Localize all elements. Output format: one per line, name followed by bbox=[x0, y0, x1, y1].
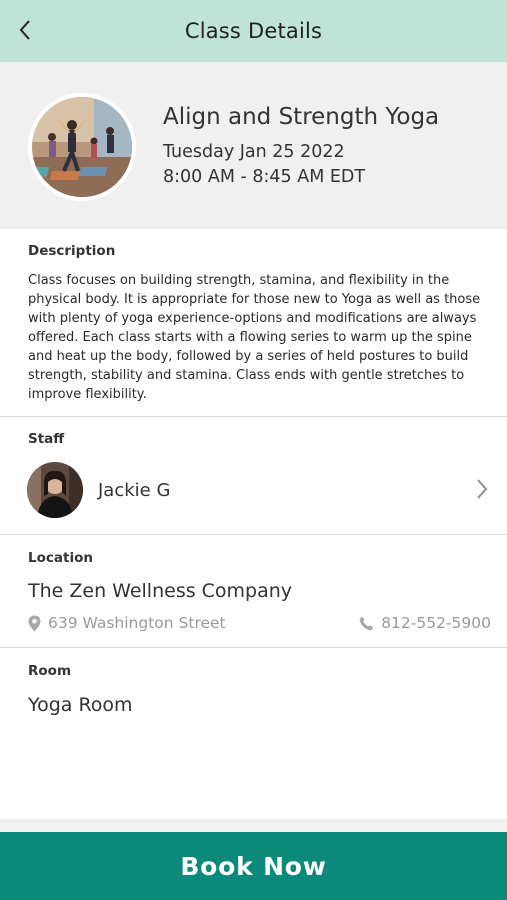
phone-icon bbox=[359, 616, 374, 630]
divider bbox=[0, 416, 507, 417]
location-phone: 812-552-5900 bbox=[381, 614, 491, 632]
chevron-left-icon bbox=[19, 20, 30, 40]
chevron-right-icon bbox=[477, 479, 488, 499]
staff-label: Staff bbox=[28, 431, 65, 447]
room-name: Yoga Room bbox=[28, 694, 133, 716]
book-now-button[interactable]: Book Now bbox=[0, 832, 507, 900]
yoga-class-photo bbox=[32, 97, 132, 197]
staff-photo bbox=[27, 462, 83, 518]
class-time: 8:00 AM - 8:45 AM EDT bbox=[163, 167, 366, 187]
class-image bbox=[28, 93, 136, 201]
location-address: 639 Washington Street bbox=[48, 614, 226, 632]
book-now-label: Book Now bbox=[180, 851, 327, 881]
description-text: Class focuses on building strength, stam… bbox=[28, 273, 481, 402]
top-bar: Class Details bbox=[0, 0, 507, 62]
back-button[interactable] bbox=[14, 16, 36, 44]
class-name: Align and Strength Yoga bbox=[163, 104, 440, 130]
avatar bbox=[27, 462, 83, 518]
footer-spacer bbox=[0, 819, 507, 832]
description-label: Description bbox=[28, 243, 116, 259]
class-details-screen: Class Details Align and Strength Yoga Tu… bbox=[0, 0, 507, 900]
location-label: Location bbox=[28, 550, 93, 566]
page-title: Class Details bbox=[184, 19, 323, 43]
room-label: Room bbox=[28, 663, 72, 679]
class-summary: Align and Strength Yoga Tuesday Jan 25 2… bbox=[0, 62, 507, 229]
divider bbox=[0, 647, 507, 648]
phone-link[interactable]: 812-552-5900 bbox=[359, 613, 491, 633]
divider bbox=[0, 534, 507, 535]
staff-row[interactable]: Jackie G bbox=[0, 456, 507, 526]
map-pin-icon bbox=[28, 615, 41, 631]
class-date: Tuesday Jan 25 2022 bbox=[163, 142, 345, 162]
staff-name: Jackie G bbox=[98, 480, 171, 501]
location-name: The Zen Wellness Company bbox=[28, 580, 293, 602]
address-link[interactable]: 639 Washington Street bbox=[28, 613, 226, 633]
